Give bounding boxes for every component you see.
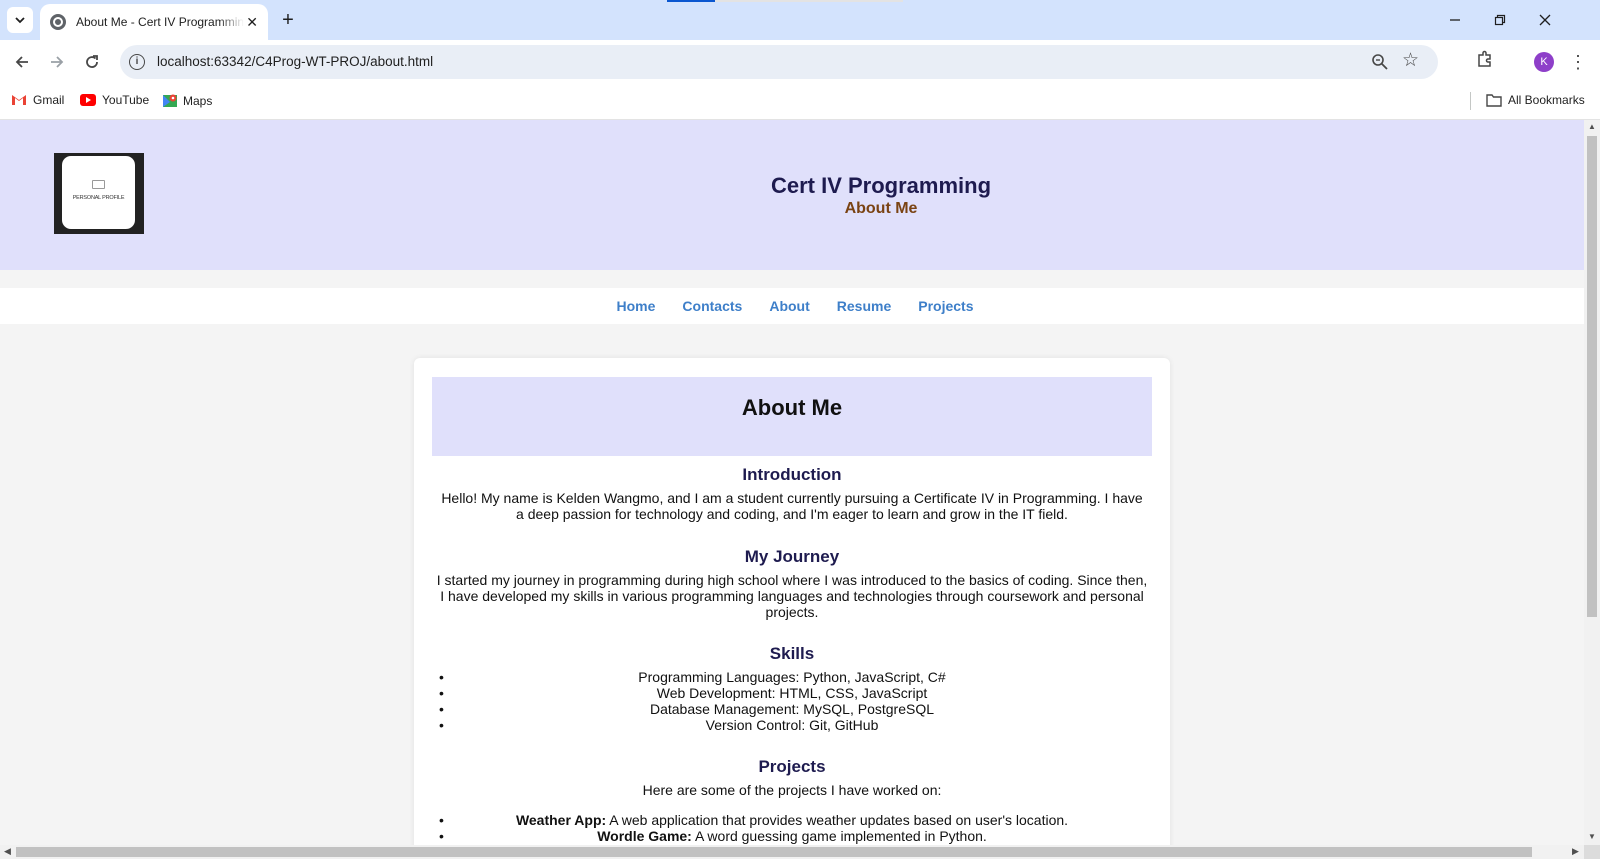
back-icon	[15, 56, 28, 68]
section-heading-skills: Skills	[769, 644, 815, 663]
bookmarks-bar: Gmail YouTube Maps All Bookmarks	[0, 84, 1600, 120]
all-bookmarks-button[interactable]: All Bookmarks	[1486, 93, 1585, 107]
project-item: Wordle Game: A word guessing game implem…	[436, 828, 1148, 844]
bookmarks-divider	[1470, 92, 1471, 110]
nav-link-contacts[interactable]: Contacts	[682, 298, 742, 314]
nav-links: Home Contacts About Resume Projects	[0, 298, 1584, 314]
folder-icon	[1486, 93, 1502, 107]
page-viewport: PERSONAL PROFILE Cert IV Programming Abo…	[0, 120, 1584, 845]
browser-toolbar: i localhost:63342/C4Prog-WT-PROJ/about.h…	[0, 40, 1600, 84]
site-header: PERSONAL PROFILE Cert IV Programming Abo…	[0, 120, 1584, 270]
scrollbar-corner	[1584, 845, 1600, 859]
section-heading-projects: Projects	[758, 757, 826, 776]
nav-link-resume[interactable]: Resume	[837, 298, 891, 314]
restore-button[interactable]	[1488, 8, 1512, 32]
browser-tab[interactable]: About Me - Cert IV Programming ✕	[40, 4, 268, 40]
url-text[interactable]: localhost:63342/C4Prog-WT-PROJ/about.htm…	[157, 54, 433, 69]
project-name: Weather App:	[515, 812, 607, 828]
card-title: About Me	[741, 395, 843, 420]
loading-indicator	[667, 0, 715, 2]
bookmark-gmail[interactable]: Gmail	[11, 93, 64, 107]
horizontal-scrollbar[interactable]: ◀ ▶	[0, 845, 1584, 859]
forward-icon	[51, 56, 64, 68]
address-bar[interactable]: i localhost:63342/C4Prog-WT-PROJ/about.h…	[120, 45, 1438, 79]
journey-text: I started my journey in programming duri…	[436, 572, 1148, 620]
scroll-left-icon[interactable]: ◀	[4, 846, 11, 857]
skill-item: Database Management: MySQL, PostgreSQL	[436, 701, 1148, 717]
minimize-icon	[1450, 19, 1460, 21]
vertical-scrollbar[interactable]: ▲ ▼	[1584, 120, 1600, 845]
scroll-down-icon[interactable]: ▼	[1588, 832, 1596, 841]
reload-icon	[86, 55, 98, 68]
close-window-button[interactable]	[1533, 8, 1557, 32]
bookmark-label: Maps	[183, 94, 213, 108]
profile-avatar[interactable]: K	[1534, 52, 1554, 72]
site-subtitle: About Me	[844, 200, 918, 217]
skill-item: Programming Languages: Python, JavaScrip…	[436, 669, 1148, 685]
skill-item: Web Development: HTML, CSS, JavaScript	[436, 685, 1148, 701]
bookmark-label: YouTube	[102, 93, 150, 107]
zoom-icon[interactable]	[1370, 52, 1390, 72]
site-info-icon[interactable]: i	[129, 54, 145, 70]
nav-link-projects[interactable]: Projects	[918, 298, 973, 314]
all-bookmarks-label: All Bookmarks	[1508, 93, 1585, 107]
new-tab-button[interactable]: +	[276, 8, 300, 32]
project-name: Wordle Game:	[597, 828, 692, 844]
chevron-down-icon	[15, 17, 25, 24]
gmail-icon	[12, 95, 26, 105]
extensions-icon[interactable]	[1476, 50, 1494, 68]
bookmark-label: Gmail	[33, 93, 65, 107]
tab-title: About Me - Cert IV Programming	[76, 15, 244, 29]
section-heading-journey: My Journey	[744, 547, 840, 566]
project-item: Weather App: A web application that prov…	[436, 812, 1148, 828]
forward-button[interactable]	[43, 48, 71, 76]
restore-icon	[1494, 14, 1506, 26]
scroll-right-icon[interactable]: ▶	[1572, 846, 1579, 857]
skills-list: Programming Languages: Python, JavaScrip…	[436, 669, 1148, 733]
minimize-button[interactable]	[1443, 8, 1467, 32]
bookmark-star-icon[interactable]: ☆	[1402, 50, 1419, 72]
site-nav: Home Contacts About Resume Projects	[0, 288, 1584, 324]
maps-icon	[163, 94, 177, 107]
introduction-text: Hello! My name is Kelden Wangmo, and I a…	[441, 490, 1143, 522]
project-desc: A web application that provides weather …	[606, 812, 1069, 828]
projects-intro: Here are some of the projects I have wor…	[642, 782, 942, 798]
vertical-scroll-thumb[interactable]	[1587, 136, 1597, 617]
nav-link-home[interactable]: Home	[617, 298, 656, 314]
bookmark-youtube[interactable]: YouTube	[80, 93, 149, 107]
reload-button[interactable]	[78, 48, 106, 76]
menu-icon[interactable]: ⋮	[1568, 48, 1588, 76]
loading-track	[715, 0, 903, 2]
close-tab-icon[interactable]: ✕	[246, 15, 258, 29]
content-card: About Me Introduction Hello! My name is …	[414, 358, 1170, 845]
tab-search-button[interactable]	[7, 7, 33, 33]
skill-item: Version Control: Git, GitHub	[436, 717, 1148, 733]
projects-list: Weather App: A web application that prov…	[436, 812, 1148, 844]
section-heading-introduction: Introduction	[742, 465, 842, 484]
site-title: Cert IV Programming	[770, 173, 992, 198]
close-icon	[1539, 14, 1551, 26]
project-desc: A word guessing game implemented in Pyth…	[691, 828, 987, 844]
youtube-icon	[80, 94, 96, 106]
back-button[interactable]	[8, 48, 36, 76]
scroll-up-icon[interactable]: ▲	[1588, 122, 1596, 131]
horizontal-scroll-thumb[interactable]	[16, 847, 1532, 857]
globe-icon	[50, 14, 66, 30]
browser-tab-strip: About Me - Cert IV Programming ✕ +	[0, 0, 1600, 40]
card-header: About Me	[432, 377, 1152, 456]
bookmark-maps[interactable]: Maps	[163, 93, 212, 109]
nav-link-about[interactable]: About	[769, 298, 809, 314]
